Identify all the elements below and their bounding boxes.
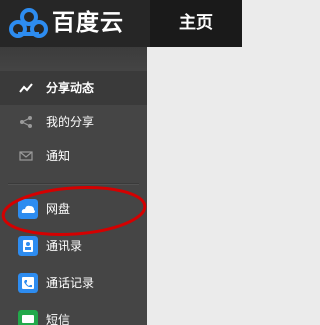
contacts-icon — [18, 236, 38, 256]
sidebar-item-contacts[interactable]: 通讯录 — [0, 229, 147, 263]
sidebar-item-label: 网盘 — [46, 202, 71, 216]
sidebar-divider — [8, 183, 139, 185]
brand-logo[interactable]: 百度云 — [0, 0, 150, 47]
cloud-drive-icon — [18, 199, 38, 219]
sidebar-item-label: 通知 — [46, 149, 71, 163]
share-icon — [20, 116, 32, 128]
app-window: 百度云 主页 分享动态 我的分享 通知 网盘 通讯录 通话记录 短信 — [0, 0, 242, 325]
top-bar: 百度云 主页 — [0, 0, 242, 47]
sidebar-item-label: 分享动态 — [46, 81, 95, 95]
tab-home-label: 主页 — [179, 13, 213, 33]
brand-name: 百度云 — [52, 10, 124, 36]
tab-home[interactable]: 主页 — [150, 0, 242, 47]
mail-icon — [19, 151, 33, 161]
sidebar-item-my-shares[interactable]: 我的分享 — [0, 105, 147, 139]
sidebar-item-sms[interactable]: 短信 — [0, 303, 147, 325]
sidebar-item-label: 通讯录 — [46, 239, 83, 253]
sidebar-item-label: 我的分享 — [46, 115, 95, 129]
sidebar-item-label: 短信 — [46, 313, 71, 325]
sidebar-item-notifications[interactable]: 通知 — [0, 139, 147, 173]
sidebar-item-label: 通话记录 — [46, 276, 95, 290]
call-log-icon — [18, 273, 38, 293]
sms-icon — [18, 310, 38, 325]
sidebar-item-call-log[interactable]: 通话记录 — [0, 266, 147, 300]
baidu-cloud-logo-icon — [9, 8, 48, 38]
sidebar-item-cloud-drive[interactable]: 网盘 — [0, 192, 147, 226]
activity-icon — [19, 83, 33, 93]
sidebar: 分享动态 我的分享 通知 网盘 通讯录 通话记录 短信 — [0, 47, 147, 325]
sidebar-item-share-activity[interactable]: 分享动态 — [0, 71, 147, 105]
